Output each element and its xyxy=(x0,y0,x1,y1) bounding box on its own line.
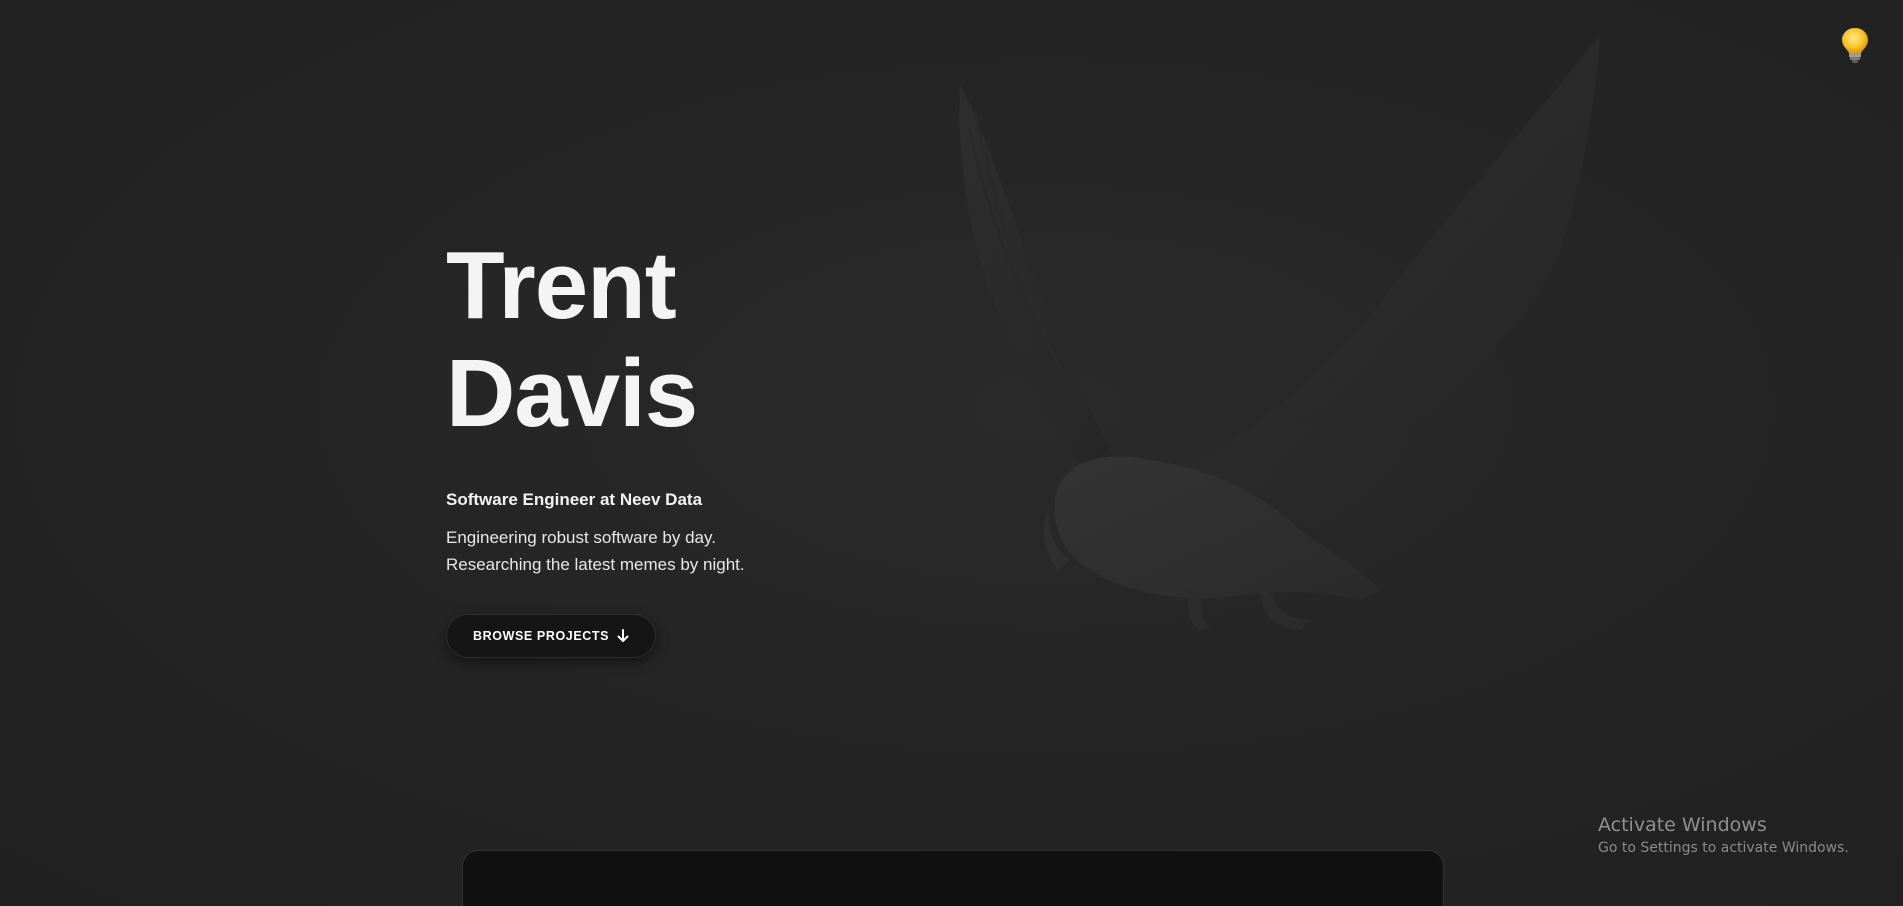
browse-projects-label: BROWSE PROJECTS xyxy=(473,629,610,643)
theme-toggle-button[interactable] xyxy=(1838,26,1872,66)
page: Trent Davis Software Engineer at Neev Da… xyxy=(0,0,1903,906)
lightbulb-icon xyxy=(1842,28,1868,63)
hero-last-name: Davis xyxy=(446,340,698,447)
browse-projects-button[interactable]: BROWSE PROJECTS xyxy=(446,614,657,658)
hero-first-name: Trent xyxy=(446,232,677,339)
activate-windows-watermark: Activate Windows Go to Settings to activ… xyxy=(1598,814,1849,856)
activate-windows-title: Activate Windows xyxy=(1598,814,1767,836)
hero-tagline-line1: Engineering robust software by day. xyxy=(446,528,716,547)
hero-section: Trent Davis Software Engineer at Neev Da… xyxy=(446,232,1046,658)
arrow-down-icon xyxy=(617,629,629,642)
activate-windows-subtitle: Go to Settings to activate Windows. xyxy=(1598,840,1849,856)
hero-tagline: Engineering robust software by day. Rese… xyxy=(446,524,1046,578)
hero-name: Trent Davis xyxy=(446,232,1046,448)
projects-preview-panel xyxy=(462,850,1444,906)
hero-role: Software Engineer at Neev Data xyxy=(446,490,703,509)
hero-tagline-line2: Researching the latest memes by night. xyxy=(446,555,745,574)
